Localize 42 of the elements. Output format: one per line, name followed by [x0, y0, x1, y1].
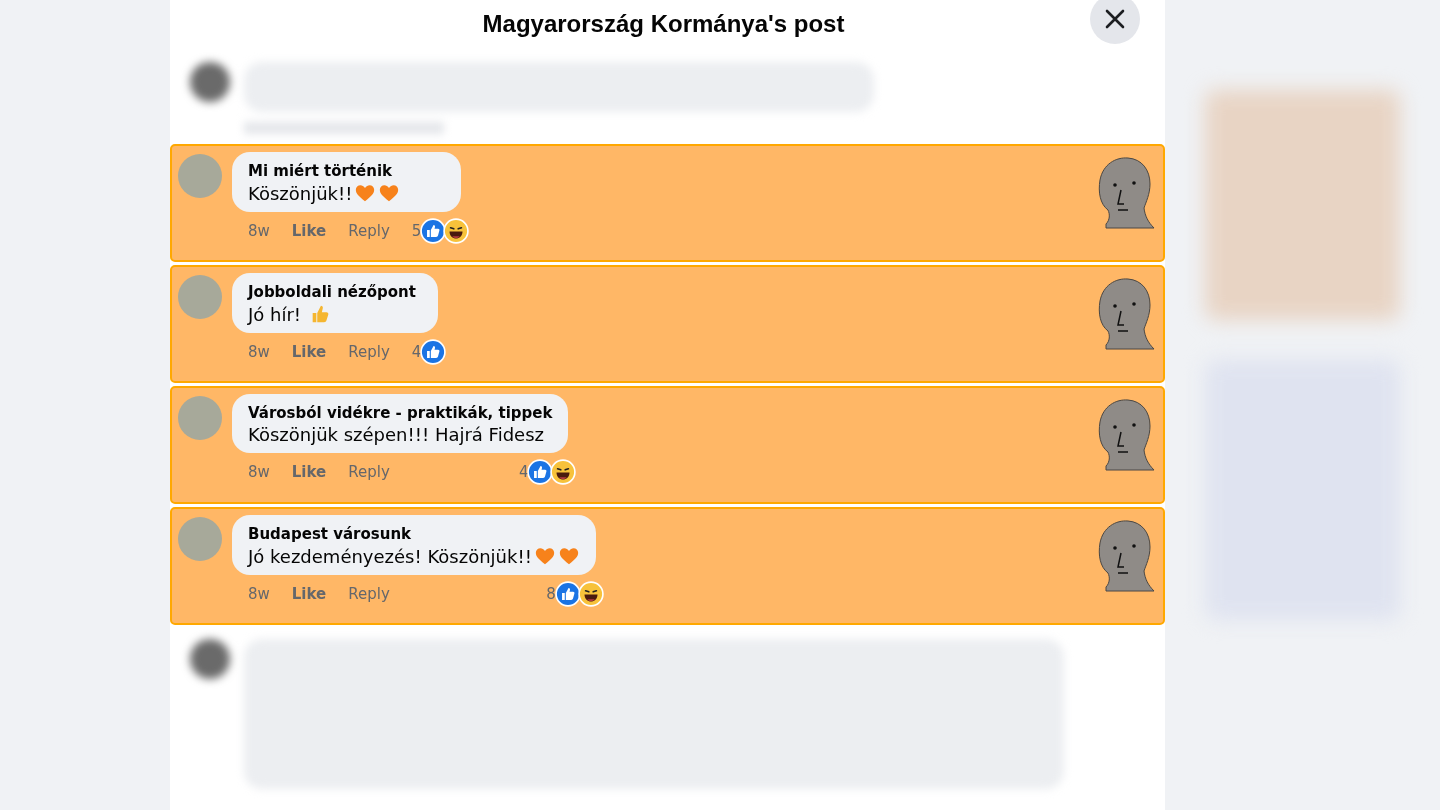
heart-icon: [533, 545, 556, 567]
heart-icon: [378, 182, 401, 204]
close-button[interactable]: [1090, 0, 1140, 44]
comment-text: Köszönjük!!: [248, 182, 353, 204]
heart-icon: [354, 182, 377, 204]
comment-time: 8w: [248, 463, 270, 481]
comment-time: 8w: [248, 343, 270, 361]
comment-text: Jó kezdeményezés! Köszönjük!!: [248, 545, 532, 567]
comment-text: Köszönjük szépen!!! Hajrá Fidesz: [248, 424, 544, 445]
like-reaction-icon: [420, 218, 447, 244]
reply-link[interactable]: Reply: [348, 585, 390, 603]
reaction-count[interactable]: 5: [411, 222, 422, 240]
dialog-title: Magyarország Kormánya's post: [482, 10, 845, 38]
avatar: [178, 517, 222, 561]
like-reaction-icon: [420, 339, 447, 365]
laughing-reaction-icon: [577, 581, 604, 607]
like-reaction-icon: [527, 459, 554, 485]
laughing-reaction-icon: [443, 218, 470, 244]
like-link[interactable]: Like: [291, 222, 327, 240]
avatar: [178, 275, 222, 319]
reaction-count[interactable]: 4: [518, 463, 529, 481]
reaction-count[interactable]: 4: [411, 343, 422, 361]
like-link[interactable]: Like: [291, 343, 327, 361]
laughing-reaction-icon: [550, 459, 577, 485]
avatar: [178, 154, 222, 198]
close-icon: [1104, 8, 1126, 30]
comment-author[interactable]: Mi miért történik: [248, 162, 446, 180]
reaction-count[interactable]: 8: [546, 585, 556, 603]
reply-link[interactable]: Reply: [348, 463, 390, 481]
comment-text: Jó hír!: [248, 303, 303, 325]
heart-icon: [557, 545, 580, 567]
avatar: [178, 396, 222, 440]
comment-author[interactable]: Városból vidékre - praktikák, tippek: [248, 404, 553, 422]
reply-link[interactable]: Reply: [348, 222, 390, 240]
comment-author[interactable]: Budapest városunk: [248, 525, 580, 543]
comment-time: 8w: [248, 222, 270, 240]
comment-author[interactable]: Jobboldali nézőpont: [248, 283, 423, 301]
reply-link[interactable]: Reply: [348, 343, 390, 361]
like-reaction-icon: [554, 581, 581, 607]
comment-time: 8w: [248, 585, 270, 603]
like-link[interactable]: Like: [291, 585, 327, 603]
like-link[interactable]: Like: [291, 463, 327, 481]
